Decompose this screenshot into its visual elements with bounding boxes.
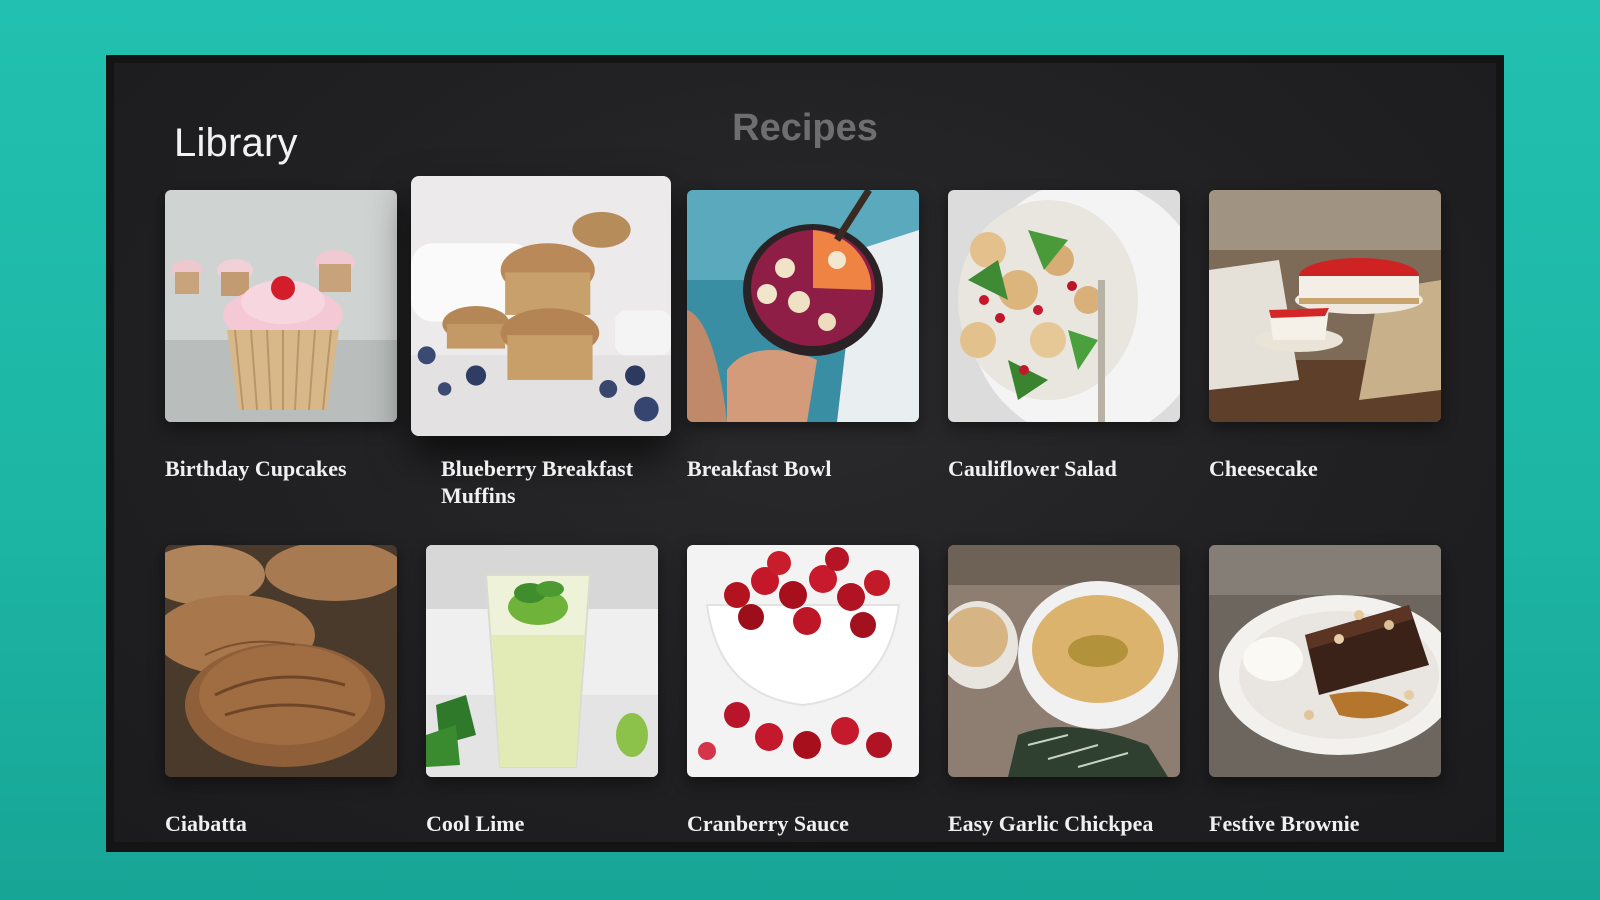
recipe-card-cranberry-sauce[interactable]: Cranberry Sauce xyxy=(687,545,919,842)
smoothie-bowl-photo xyxy=(687,190,919,422)
recipe-card-festive-brownie[interactable]: Festive Brownie xyxy=(1209,545,1441,842)
recipe-title: Easy Garlic Chickpea Soup xyxy=(948,811,1154,852)
recipe-card-cauliflower-salad[interactable]: Cauliflower Salad xyxy=(948,190,1180,545)
recipe-card-breakfast-bowl[interactable]: Breakfast Bowl xyxy=(687,190,919,545)
brownie-photo xyxy=(1209,545,1441,777)
muffins-photo xyxy=(411,176,671,436)
recipe-card-birthday-cupcakes[interactable]: Birthday Cupcakes xyxy=(165,190,397,545)
lime-drink-photo xyxy=(426,545,658,777)
recipe-card-easy-garlic-chickpea-soup[interactable]: Easy Garlic Chickpea Soup xyxy=(948,545,1180,852)
recipe-title: Cranberry Sauce xyxy=(687,811,849,836)
cupcakes-photo xyxy=(165,190,397,422)
cheesecake-photo xyxy=(1209,190,1441,422)
recipe-card-blueberry-breakfast-muffins[interactable]: Blueberry Breakfast Muffins xyxy=(411,176,671,545)
recipe-title: Ciabatta xyxy=(165,811,247,836)
page-title: Library xyxy=(174,121,298,165)
cranberries-photo xyxy=(687,545,919,777)
recipe-title: Festive Brownie xyxy=(1209,811,1360,836)
recipe-card-cheesecake[interactable]: Cheesecake xyxy=(1209,190,1441,545)
recipe-title: Cauliflower Salad xyxy=(948,456,1117,481)
recipe-title: Breakfast Bowl xyxy=(687,456,832,481)
recipe-grid: Birthday Cupcakes Blueberry Breakfast Mu… xyxy=(165,176,1441,852)
tab-recipes[interactable]: Recipes xyxy=(732,107,878,150)
recipe-card-cool-lime[interactable]: Cool Lime xyxy=(426,545,658,842)
recipe-title: Blueberry Breakfast Muffins xyxy=(441,456,634,508)
recipe-title: Cheesecake xyxy=(1209,456,1318,481)
salad-photo xyxy=(948,190,1180,422)
recipe-card-ciabatta[interactable]: Ciabatta xyxy=(165,545,397,842)
recipe-title: Birthday Cupcakes xyxy=(165,456,347,481)
soup-photo xyxy=(948,545,1180,777)
tv-screen: Library Recipes Birthday Cupcakes Bluebe… xyxy=(106,55,1504,852)
app-background: Library Recipes Birthday Cupcakes Bluebe… xyxy=(114,63,1496,842)
bread-photo xyxy=(165,545,397,777)
recipe-title: Cool Lime xyxy=(426,811,525,836)
